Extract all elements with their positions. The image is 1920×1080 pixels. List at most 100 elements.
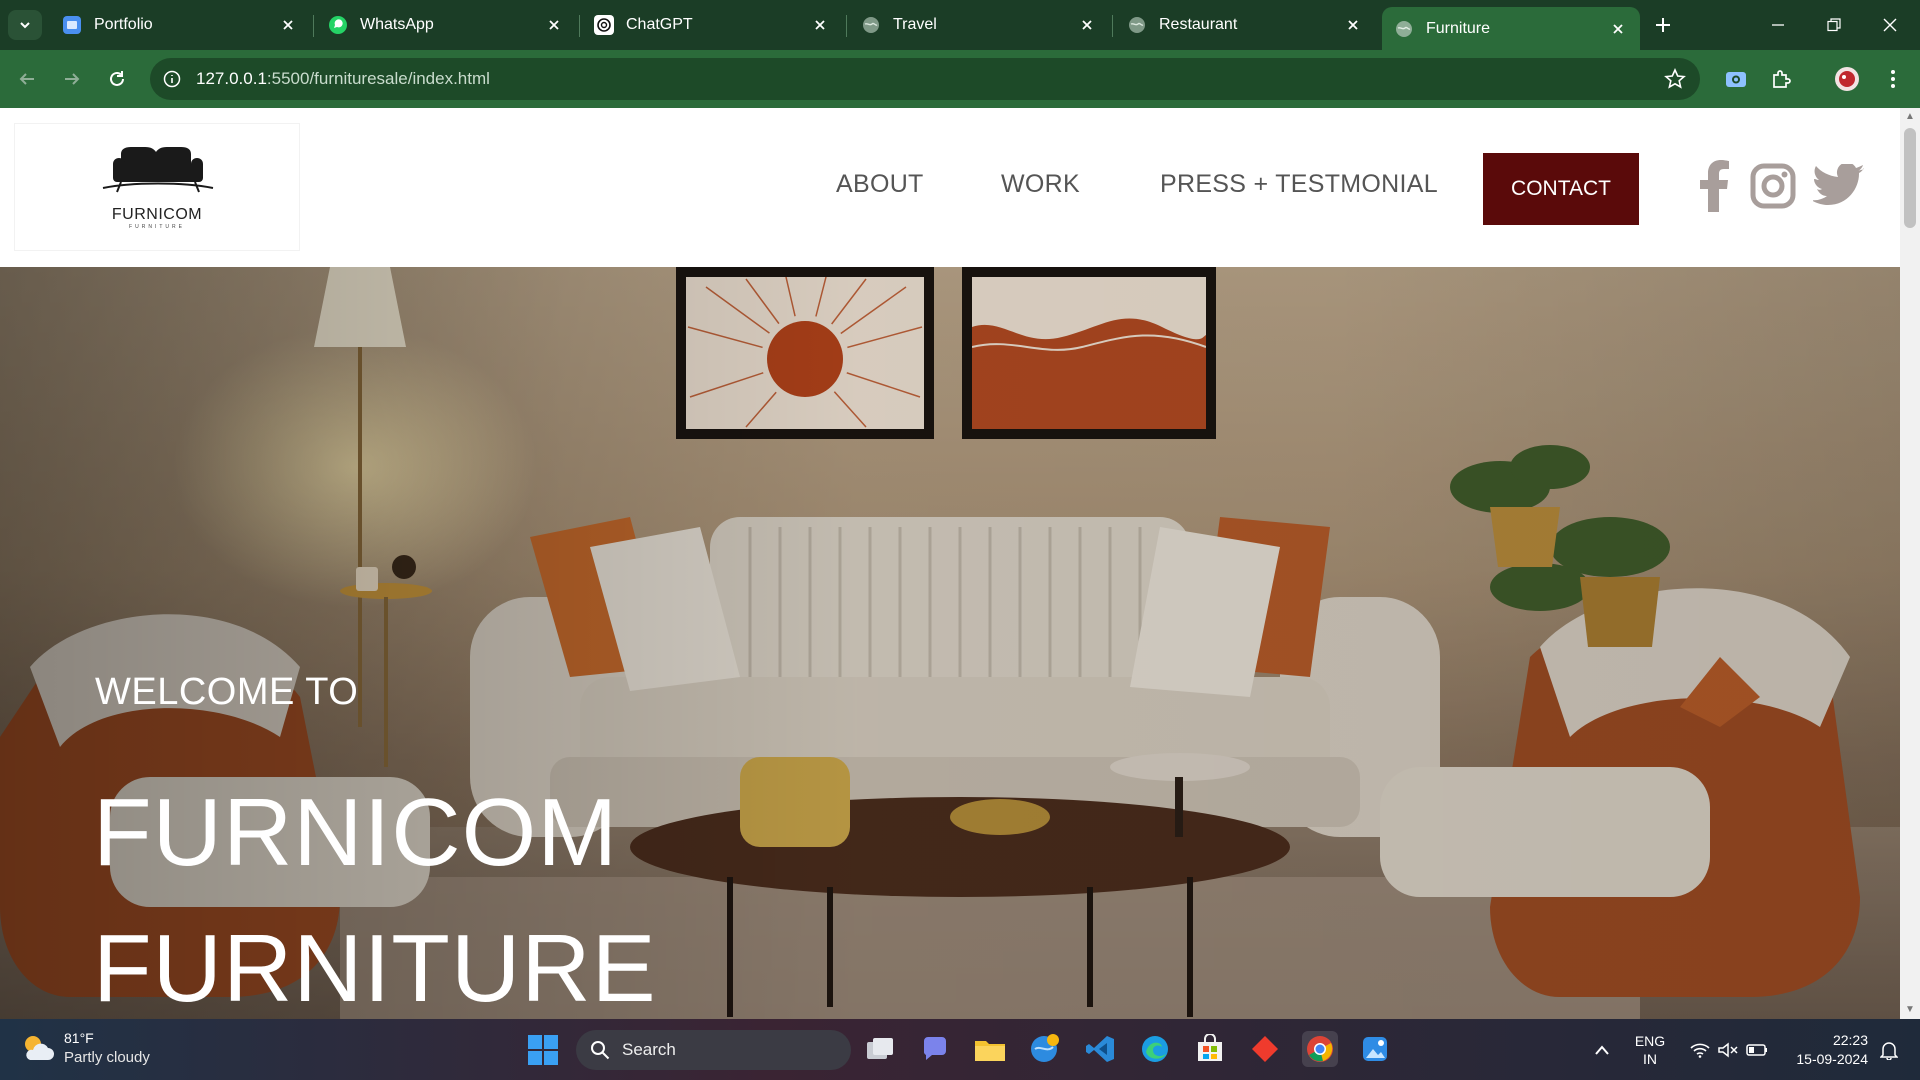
restore-button[interactable] bbox=[1806, 0, 1862, 50]
tab-chatgpt[interactable]: ChatGPT bbox=[582, 7, 842, 43]
edge-button[interactable] bbox=[1137, 1031, 1173, 1067]
minimize-button[interactable] bbox=[1750, 0, 1806, 50]
logo-sub-text: FURNITURE bbox=[129, 224, 185, 230]
taskbar-search[interactable]: Search bbox=[576, 1030, 851, 1070]
hero-section: WELCOME TO FURNICOM FURNITURE bbox=[0, 267, 1900, 1019]
tab-separator bbox=[579, 15, 580, 37]
photos-icon bbox=[1363, 1037, 1387, 1061]
language-indicator[interactable]: ENG IN bbox=[1628, 1019, 1672, 1080]
weather-widget[interactable]: 81°F Partly cloudy bbox=[20, 1029, 150, 1067]
clock-date: 15-09-2024 bbox=[1796, 1051, 1868, 1067]
notifications-button[interactable] bbox=[1874, 1019, 1904, 1080]
windows-logo-icon bbox=[528, 1035, 558, 1065]
whatsapp-favicon bbox=[328, 15, 348, 35]
reload-icon bbox=[110, 71, 124, 86]
logo-brand-text: FURNICOM bbox=[111, 206, 203, 223]
site-logo[interactable]: FURNICOM FURNITURE bbox=[15, 124, 299, 250]
facebook-icon bbox=[1700, 160, 1729, 212]
teams-chat-button[interactable] bbox=[917, 1031, 953, 1067]
close-icon[interactable] bbox=[1077, 15, 1097, 35]
store-button[interactable] bbox=[1192, 1031, 1228, 1067]
hero-darken-overlay bbox=[0, 267, 1900, 1019]
edge-icon bbox=[1142, 1036, 1168, 1062]
chatgpt-favicon bbox=[594, 15, 614, 35]
plus-icon bbox=[1656, 18, 1670, 32]
scroll-up-arrow[interactable]: ▲ bbox=[1905, 112, 1915, 122]
minimize-icon bbox=[1772, 24, 1784, 26]
url-text: 127.0.0.1:5500/furnituresale/index.html bbox=[196, 69, 490, 89]
close-icon[interactable] bbox=[810, 15, 830, 35]
nav-work-link[interactable]: WORK bbox=[1001, 170, 1080, 199]
tab-travel[interactable]: Travel bbox=[849, 7, 1109, 43]
site-header: FURNICOM FURNITURE ABOUT WORK PRESS + TE… bbox=[0, 108, 1900, 267]
browser-toolbar: 127.0.0.1:5500/furnituresale/index.html bbox=[0, 50, 1920, 108]
kebab-menu-icon bbox=[1891, 70, 1895, 88]
photos-button[interactable] bbox=[1357, 1031, 1393, 1067]
info-icon[interactable] bbox=[162, 69, 182, 89]
tab-title: Restaurant bbox=[1159, 16, 1238, 33]
tab-search-button[interactable] bbox=[8, 10, 42, 40]
chrome-button[interactable] bbox=[1302, 1031, 1338, 1067]
close-icon[interactable] bbox=[1343, 15, 1363, 35]
close-window-button[interactable] bbox=[1862, 0, 1918, 50]
twitter-icon bbox=[1813, 164, 1864, 205]
profile-avatar[interactable] bbox=[1833, 65, 1861, 93]
close-icon[interactable] bbox=[1608, 19, 1628, 39]
search-icon bbox=[591, 1041, 610, 1060]
task-view-button[interactable] bbox=[862, 1031, 898, 1067]
show-hidden-icons-button[interactable] bbox=[1589, 1019, 1615, 1080]
scrollbar-thumb[interactable] bbox=[1904, 128, 1916, 228]
twitter-link[interactable] bbox=[1812, 158, 1866, 214]
file-explorer-button[interactable] bbox=[972, 1031, 1008, 1067]
globe-favicon bbox=[861, 15, 881, 35]
address-bar[interactable]: 127.0.0.1:5500/furnituresale/index.html bbox=[150, 58, 1700, 100]
tab-portfolio[interactable]: Portfolio bbox=[50, 7, 310, 43]
arrow-left-icon bbox=[19, 73, 34, 85]
chevron-up-icon bbox=[1595, 1044, 1609, 1055]
tab-title: WhatsApp bbox=[360, 16, 434, 33]
page-scrollbar[interactable]: ▲ ▼ bbox=[1900, 108, 1920, 1019]
forward-button[interactable] bbox=[56, 63, 88, 95]
reload-button[interactable] bbox=[101, 63, 133, 95]
url-host: 127.0.0.1 bbox=[196, 69, 267, 88]
weather-app-button[interactable] bbox=[1027, 1031, 1063, 1067]
scroll-down-arrow[interactable]: ▼ bbox=[1905, 1005, 1915, 1015]
screenshot-extension-button[interactable] bbox=[1722, 65, 1750, 93]
hero-title-line2: FURNITURE bbox=[93, 915, 657, 1019]
globe-app-icon bbox=[1031, 1034, 1059, 1062]
chat-icon bbox=[923, 1037, 946, 1060]
facebook-link[interactable] bbox=[1694, 158, 1734, 214]
tab-title: Furniture bbox=[1426, 19, 1491, 37]
contact-button[interactable]: CONTACT bbox=[1483, 153, 1639, 225]
vscode-button[interactable] bbox=[1082, 1031, 1118, 1067]
store-icon bbox=[1198, 1034, 1222, 1061]
system-tray-quick-settings[interactable] bbox=[1684, 1019, 1774, 1080]
taskbar-search-label: Search bbox=[622, 1040, 676, 1059]
tab-restaurant[interactable]: Restaurant bbox=[1115, 7, 1375, 43]
nav-about-link[interactable]: ABOUT bbox=[836, 170, 924, 199]
anydesk-button[interactable] bbox=[1247, 1031, 1283, 1067]
close-icon[interactable] bbox=[278, 15, 298, 35]
taskbar-clock[interactable]: 22:23 15-09-2024 bbox=[1782, 1031, 1868, 1069]
close-icon[interactable] bbox=[544, 15, 564, 35]
extensions-button[interactable] bbox=[1767, 65, 1795, 93]
tab-separator bbox=[846, 15, 847, 37]
instagram-link[interactable] bbox=[1748, 158, 1798, 214]
wifi-icon bbox=[1690, 1043, 1710, 1058]
tab-furniture[interactable]: Furniture bbox=[1382, 7, 1640, 50]
tab-title: ChatGPT bbox=[626, 16, 693, 33]
start-button[interactable] bbox=[528, 1035, 558, 1065]
chrome-icon bbox=[1307, 1036, 1333, 1062]
back-button[interactable] bbox=[11, 63, 43, 95]
folder-icon bbox=[975, 1041, 1005, 1061]
tab-whatsapp[interactable]: WhatsApp bbox=[316, 7, 576, 43]
tab-title: Travel bbox=[893, 16, 937, 33]
browser-menu-button[interactable] bbox=[1879, 65, 1907, 93]
url-path: :5500/furnituresale/index.html bbox=[266, 69, 490, 88]
nav-press-testimonial-link[interactable]: PRESS + TESTMONIAL bbox=[1160, 170, 1438, 199]
tab-separator bbox=[313, 15, 314, 37]
new-tab-button[interactable] bbox=[1648, 10, 1678, 40]
bookmark-star-icon[interactable] bbox=[1664, 68, 1686, 90]
page-viewport: FURNICOM FURNITURE ABOUT WORK PRESS + TE… bbox=[0, 108, 1900, 1019]
speaker-muted-icon bbox=[1718, 1041, 1738, 1058]
